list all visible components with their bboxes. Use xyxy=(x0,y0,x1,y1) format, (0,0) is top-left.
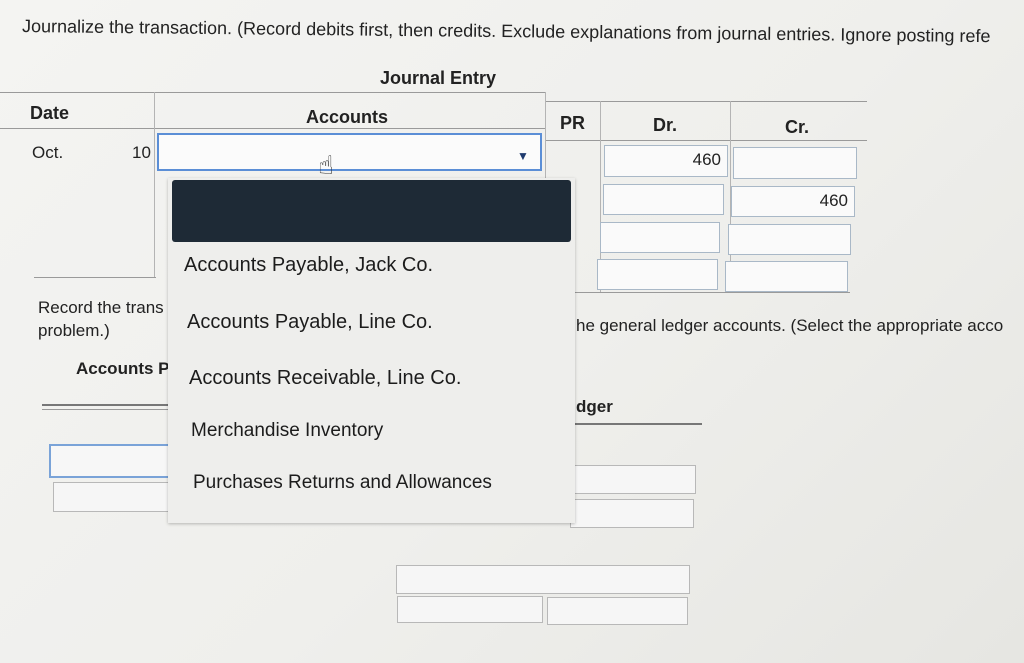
ledger-input-bottom-wide[interactable] xyxy=(396,565,690,594)
ledger-input-left-2[interactable] xyxy=(53,482,179,512)
ledger-header-underline-left xyxy=(42,404,177,406)
debit-value-row1: 460 xyxy=(692,150,721,169)
dropdown-option-purchases-returns[interactable]: Purchases Returns and Allowances xyxy=(193,472,492,494)
ledger-input-right-1[interactable] xyxy=(572,465,696,494)
ledger-account-input[interactable] xyxy=(49,444,179,478)
dropdown-option-ap-jack[interactable]: Accounts Payable, Jack Co. xyxy=(184,254,433,277)
dropdown-option-merchandise-inventory[interactable]: Merchandise Inventory xyxy=(191,420,383,442)
ledger-input-right-2[interactable] xyxy=(570,499,694,528)
header-bottom-border-left xyxy=(0,128,545,129)
entry-day: 10 xyxy=(132,143,151,162)
entry-month: Oct. xyxy=(32,143,64,162)
debit-input-row4[interactable] xyxy=(597,259,718,290)
dropdown-option-blank-highlighted[interactable] xyxy=(172,180,571,242)
instructions-text: Journalize the transaction. (Record debi… xyxy=(21,16,991,47)
header-pr: PR xyxy=(560,113,586,133)
hand-pointer-icon: ☝ xyxy=(318,150,334,180)
chevron-down-icon[interactable]: ▼ xyxy=(517,149,529,163)
header-cr: Cr. xyxy=(785,117,810,137)
journal-entry-title: Journal Entry xyxy=(380,68,497,88)
credit-input-row3[interactable] xyxy=(728,224,851,255)
credit-input-row1[interactable] xyxy=(733,147,857,179)
date-column-bottom xyxy=(34,277,156,278)
date-column-divider xyxy=(154,92,155,278)
ledger-header-underline-right xyxy=(572,423,702,425)
table-top-border-right xyxy=(545,101,867,102)
credit-input-row2[interactable]: 460 xyxy=(731,186,855,217)
dropdown-option-ar-line[interactable]: Accounts Receivable, Line Co. xyxy=(189,367,461,390)
ledger-divider-left xyxy=(42,409,177,410)
posting-instruction-right: he general ledger accounts. (Select the … xyxy=(576,316,1004,335)
ledger-account-label: Accounts P xyxy=(76,359,170,378)
header-accounts: Accounts xyxy=(306,107,389,127)
credit-input-row4[interactable] xyxy=(725,261,848,292)
header-date: Date xyxy=(30,103,70,123)
ledger-label: dger xyxy=(576,397,613,416)
table-top-border-left xyxy=(0,92,545,93)
amount-columns-bottom xyxy=(575,292,850,293)
header-dr: Dr. xyxy=(653,115,678,135)
credit-value-row2: 460 xyxy=(819,191,848,210)
debit-input-row3[interactable] xyxy=(600,222,720,253)
ledger-input-bottom-right[interactable] xyxy=(547,597,688,625)
ledger-input-bottom-left[interactable] xyxy=(397,596,543,623)
header-bottom-border-right xyxy=(545,140,867,141)
debit-input-row1[interactable]: 460 xyxy=(604,145,728,177)
posting-instruction-left-1: Record the trans xyxy=(38,298,164,317)
posting-instruction-left-2: problem.) xyxy=(38,321,110,340)
dropdown-option-ap-line[interactable]: Accounts Payable, Line Co. xyxy=(187,311,433,334)
account-select[interactable]: ▼ xyxy=(157,133,542,171)
debit-input-row2[interactable] xyxy=(603,184,724,215)
